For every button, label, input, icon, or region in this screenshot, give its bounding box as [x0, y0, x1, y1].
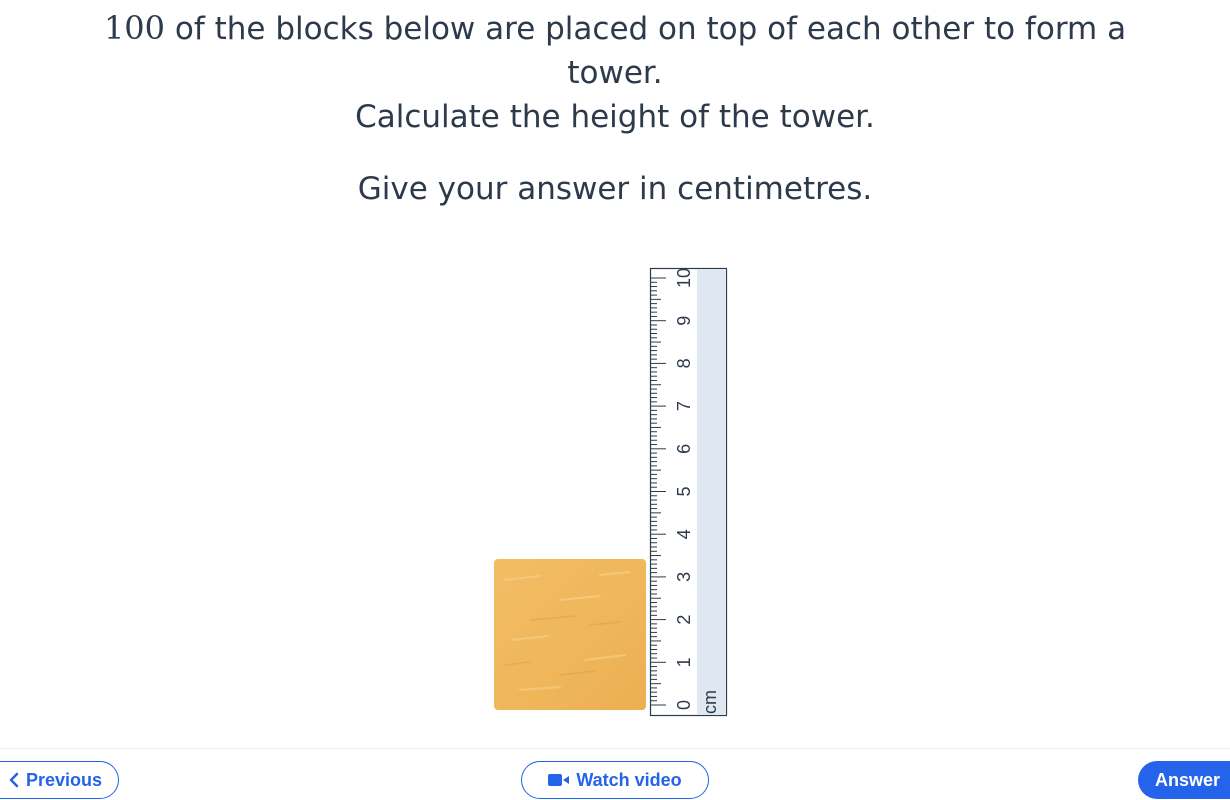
chevron-left-icon: [8, 772, 20, 788]
ruler-tick-label: 9: [674, 316, 694, 326]
ruler-tick-label: 4: [674, 529, 694, 539]
previous-label: Previous: [25, 769, 102, 790]
ruler-tick-label: 1: [674, 657, 694, 667]
answer-label: Answer: [1155, 769, 1221, 790]
wooden-block: [494, 559, 646, 710]
answer-button[interactable]: Answer: [1138, 761, 1230, 799]
ruler-tick-label: 6: [674, 444, 694, 454]
ruler-unit-label: cm: [700, 690, 720, 714]
ruler-tick-label: 2: [674, 615, 694, 625]
watch-video-label: Watch video: [576, 769, 682, 790]
ruler: 0 1 2 3 4 5 6 7 8 9 10 cm: [649, 267, 728, 717]
ruler-tick-label: 7: [674, 401, 694, 411]
footer-divider: [0, 748, 1230, 749]
video-camera-icon: [548, 773, 570, 787]
ruler-tick-label: 5: [674, 486, 694, 496]
ruler-tick-label: 3: [674, 572, 694, 582]
measurement-figure: 0 1 2 3 4 5 6 7 8 9 10 cm: [494, 267, 728, 717]
ruler-tick-label: 10: [674, 268, 694, 288]
previous-button[interactable]: Previous: [0, 761, 119, 799]
ruler-tick-label: 0: [674, 700, 694, 710]
watch-video-button[interactable]: Watch video: [521, 761, 709, 799]
ruler-tick-label: 8: [674, 358, 694, 368]
